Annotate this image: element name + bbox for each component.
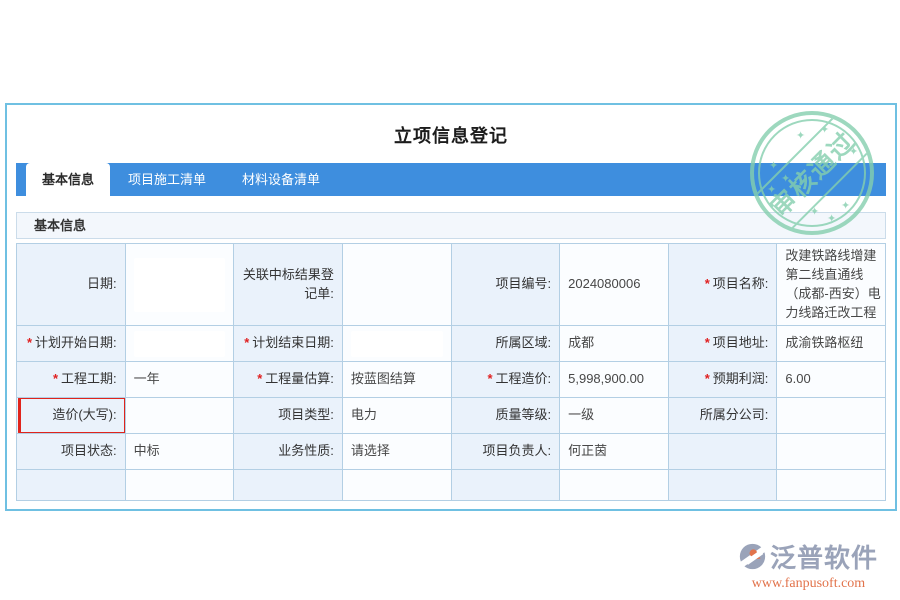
field-label-branch-company: 所属分公司: [668, 398, 777, 434]
field-value-empty [777, 470, 886, 501]
form-row: *计划开始日期: *计划结束日期: 所属区域:成都*项目地址:成渝铁路枢纽 [17, 326, 886, 362]
footer-brand-url: www.fanpusoft.com [739, 576, 878, 592]
tab-material-equipment-list[interactable]: 材料设备清单 [224, 163, 338, 196]
form-row [17, 470, 886, 501]
field-label-empty [17, 470, 126, 501]
form-row: 造价(大写): 项目类型:电力质量等级:一级所属分公司: [17, 398, 886, 434]
field-value-project-no[interactable]: 2024080006 [560, 244, 669, 326]
field-label-date: 日期: [17, 244, 126, 326]
field-label-project-duration: *工程工期: [17, 362, 126, 398]
field-label-project-manager: 项目负责人: [451, 434, 560, 470]
field-value-empty [342, 470, 451, 501]
field-value-business-nature[interactable]: 请选择 [342, 434, 451, 470]
field-value-date[interactable] [125, 244, 234, 326]
text-input-plan-end-date[interactable] [351, 331, 443, 357]
field-value-cost-in-words[interactable] [125, 398, 234, 434]
required-asterisk: * [705, 371, 710, 386]
form-row: 日期: 关联中标结果登记单: 项目编号:2024080006*项目名称:改建铁路线增… [17, 244, 886, 326]
field-label-empty [668, 470, 777, 501]
field-label-project-cost: *工程造价: [451, 362, 560, 398]
tab-basic-info[interactable]: 基本信息 [26, 163, 110, 201]
field-label-project-address: *项目地址: [668, 326, 777, 362]
field-label-empty [668, 434, 777, 470]
page-title: 立项信息登记 [7, 122, 895, 148]
field-label-cost-in-words: 造价(大写): [17, 398, 126, 434]
field-label-project-no: 项目编号: [451, 244, 560, 326]
field-label-expected-profit: *预期利润: [668, 362, 777, 398]
page: 立项信息登记 基本信息 项目施工清单 材料设备清单 基本信息 日期: 关联中标结果… [0, 0, 900, 600]
text-input-date[interactable] [134, 258, 226, 312]
field-label-project-name: *项目名称: [668, 244, 777, 326]
tab-construction-list[interactable]: 项目施工清单 [110, 163, 224, 196]
required-asterisk: * [27, 335, 32, 350]
field-value-project-manager[interactable]: 何正茵 [560, 434, 669, 470]
field-value-plan-start-date[interactable] [125, 326, 234, 362]
field-value-quantity-estimate[interactable]: 按蓝图结算 [342, 362, 451, 398]
field-label-project-type: 项目类型: [234, 398, 343, 434]
footer-brand: 泛普软件 www.fanpusoft.com [739, 538, 878, 592]
field-value-project-name[interactable]: 改建铁路线增建第二线直通线（成都-西安）电力线路迁改工程 [777, 244, 886, 326]
field-value-branch-company[interactable] [777, 398, 886, 434]
field-label-empty [234, 470, 343, 501]
field-label-region: 所属区域: [451, 326, 560, 362]
field-value-empty [560, 470, 669, 501]
required-asterisk: * [487, 371, 492, 386]
field-value-empty [125, 470, 234, 501]
tab-bar: 基本信息 项目施工清单 材料设备清单 [16, 163, 886, 196]
form-row: *工程工期:一年*工程量估算:按蓝图结算*工程造价:5,998,900.00*预… [17, 362, 886, 398]
basic-info-table: 日期: 关联中标结果登记单: 项目编号:2024080006*项目名称:改建铁路线增… [16, 243, 886, 501]
fanpu-logo-icon [739, 543, 766, 570]
field-label-empty [451, 470, 560, 501]
text-input-plan-start-date[interactable] [134, 331, 226, 357]
field-value-empty [777, 434, 886, 470]
field-value-project-duration[interactable]: 一年 [125, 362, 234, 398]
field-label-project-status: 项目状态: [17, 434, 126, 470]
form-row: 项目状态:中标业务性质:请选择项目负责人:何正茵 [17, 434, 886, 470]
field-value-quality-grade[interactable]: 一级 [560, 398, 669, 434]
field-label-plan-end-date: *计划结束日期: [234, 326, 343, 362]
field-label-related-bid-result: 关联中标结果登记单: [234, 244, 343, 326]
field-label-plan-start-date: *计划开始日期: [17, 326, 126, 362]
required-asterisk: * [705, 276, 710, 291]
field-label-quantity-estimate: *工程量估算: [234, 362, 343, 398]
basic-info-table-wrap: 日期: 关联中标结果登记单: 项目编号:2024080006*项目名称:改建铁路线增… [16, 243, 886, 501]
field-value-plan-end-date[interactable] [342, 326, 451, 362]
required-asterisk: * [53, 371, 58, 386]
field-value-related-bid-result[interactable] [342, 244, 451, 326]
main-panel: 立项信息登记 基本信息 项目施工清单 材料设备清单 基本信息 日期: 关联中标结果… [5, 103, 897, 511]
required-asterisk: * [244, 335, 249, 350]
basic-info-table-body: 日期: 关联中标结果登记单: 项目编号:2024080006*项目名称:改建铁路线增… [17, 244, 886, 501]
field-value-project-type[interactable]: 电力 [342, 398, 451, 434]
field-value-project-status[interactable]: 中标 [125, 434, 234, 470]
required-asterisk: * [257, 371, 262, 386]
field-label-quality-grade: 质量等级: [451, 398, 560, 434]
field-value-region[interactable]: 成都 [560, 326, 669, 362]
field-label-business-nature: 业务性质: [234, 434, 343, 470]
field-value-project-address[interactable]: 成渝铁路枢纽 [777, 326, 886, 362]
field-value-expected-profit[interactable]: 6.00 [777, 362, 886, 398]
field-value-project-cost[interactable]: 5,998,900.00 [560, 362, 669, 398]
section-header-basic-info: 基本信息 [16, 212, 886, 239]
required-asterisk: * [705, 335, 710, 350]
footer-brand-name: 泛普软件 [770, 538, 878, 575]
